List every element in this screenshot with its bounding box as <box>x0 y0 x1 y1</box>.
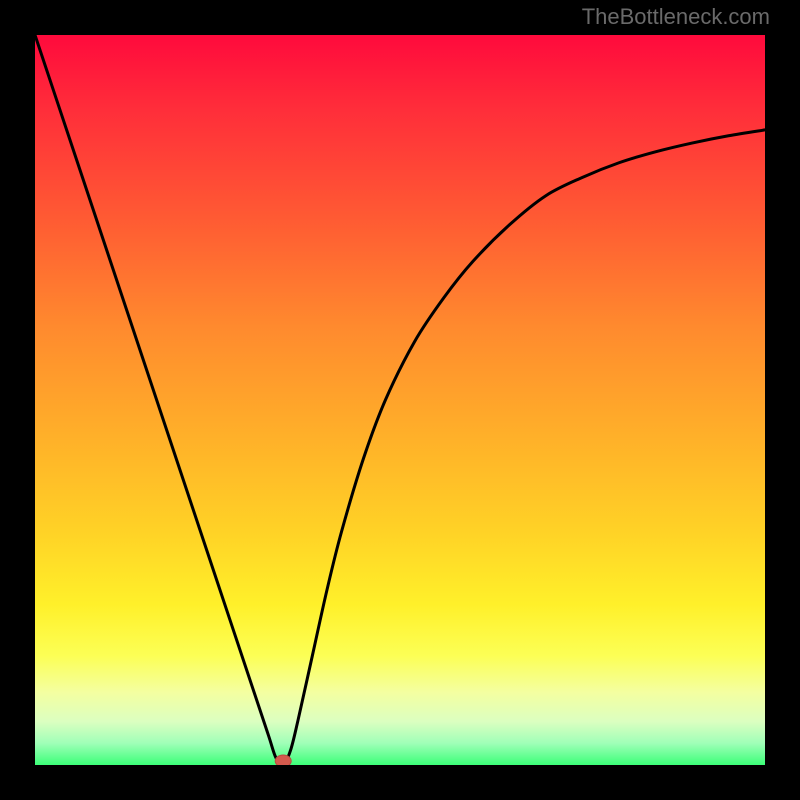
watermark-text: TheBottleneck.com <box>582 4 770 30</box>
minimum-point-marker <box>275 755 291 765</box>
chart-container: TheBottleneck.com <box>0 0 800 800</box>
bottleneck-curve-svg <box>35 35 765 765</box>
plot-area <box>30 30 770 770</box>
bottleneck-curve-path <box>35 35 765 765</box>
